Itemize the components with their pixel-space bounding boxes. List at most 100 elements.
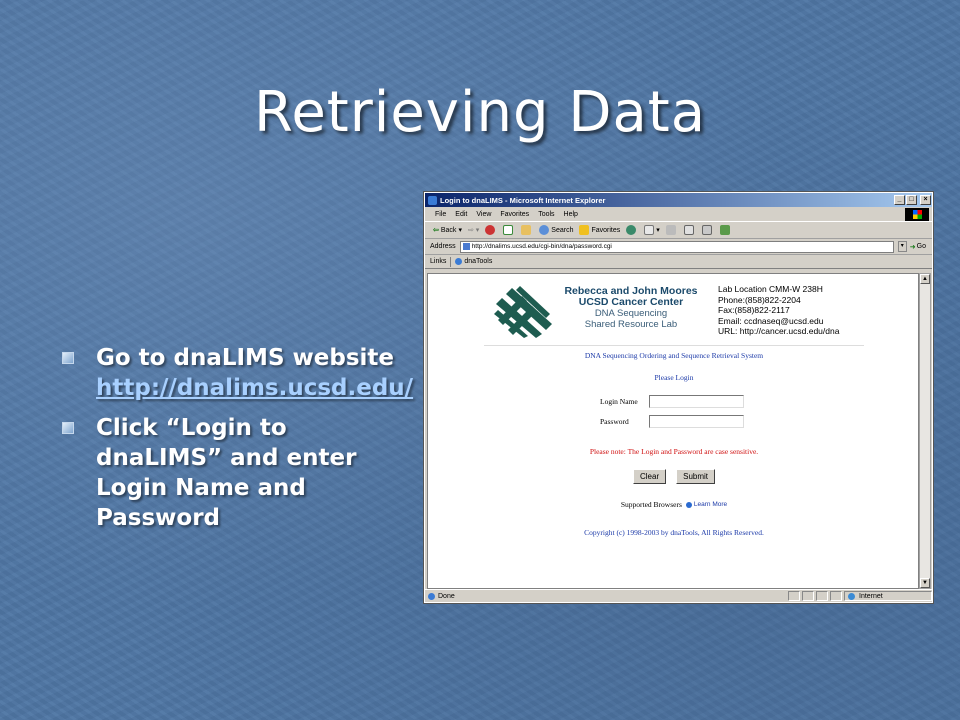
cancer-center-logo [494,286,552,338]
links-label: Links [430,258,447,265]
learn-more-link[interactable]: Learn More [685,501,728,508]
clear-button[interactable]: Clear [632,469,667,484]
toolbar: ⇦ Back ▾ ⇨ ▾ Search Favorites ▾ [425,222,932,239]
org-name-line: UCSD Cancer Center [578,296,684,308]
address-input[interactable]: http://dnalims.ucsd.edu/cgi-bin/dna/pass… [459,240,894,253]
menu-edit[interactable]: Edit [455,211,467,218]
link-dnatools-label: dnaTools [464,258,493,265]
bullet-list: Go to dnaLIMS website http://dnalims.ucs… [60,343,420,543]
windows-logo-icon [905,207,929,221]
supported-browsers: Supported Browsers Learn More [428,500,918,509]
links-bar: Links dnaTools [425,255,932,269]
window-title: Login to dnaLIMS - Microsoft Internet Ex… [440,195,606,205]
ie-icon [428,195,437,205]
menu-view[interactable]: View [476,211,491,218]
mail-button[interactable]: ▾ [644,225,660,235]
discuss-button[interactable] [701,225,714,235]
history-icon [626,225,637,235]
mail-icon [644,225,655,235]
org-name: Rebecca and John Moores UCSD Cancer Cent… [556,286,706,331]
refresh-icon [503,225,514,235]
login-name-row: Login Name [600,395,744,408]
forward-button[interactable]: ⇨ ▾ [468,226,479,234]
refresh-button[interactable] [503,225,515,235]
org-sub-line: DNA Sequencing [594,308,668,319]
vertical-scrollbar[interactable]: ▲ ▼ [919,273,931,589]
status-bar: Done Internet [425,589,932,602]
stop-button[interactable] [485,225,497,235]
back-label: Back [440,226,457,234]
edit-icon [683,225,694,235]
learn-more-label: Learn More [693,501,728,508]
copyright: Copyright (c) 1998-2003 by dnaTools, All… [584,528,764,537]
password-row: Password [600,415,744,428]
status-cell [788,591,800,601]
link-dnatools[interactable]: dnaTools [455,258,492,265]
zone-label: Internet [859,592,883,600]
messenger-button[interactable] [719,225,732,235]
case-sensitive-note: Please note: The Login and Password are … [589,447,759,456]
status-cell [816,591,828,601]
bullet-text: Click “Login to dnaLIMS” and enter Login… [96,415,357,531]
bullet-square-icon [62,352,74,364]
go-button[interactable]: ➜ Go [910,243,926,251]
ie-page-icon [428,592,435,600]
go-arrow-icon: ➜ [909,243,916,251]
login-name-input[interactable] [649,395,744,408]
menu-favorites[interactable]: Favorites [500,211,529,218]
form-buttons: Clear Submit [428,469,918,484]
lab-phone: Phone:(858)822-2204 [718,294,801,305]
print-icon [665,225,676,235]
password-input[interactable] [649,415,744,428]
globe-icon [848,592,855,600]
status-cell [830,591,842,601]
submit-button[interactable]: Submit [676,469,716,484]
discuss-icon [701,225,712,235]
please-login-heading: Please Login [654,373,694,382]
address-bar: Address http://dnalims.ucsd.edu/cgi-bin/… [425,239,932,255]
back-button[interactable]: ⇦ Back ▾ [433,226,462,235]
window-titlebar[interactable]: Login to dnaLIMS - Microsoft Internet Ex… [425,193,932,207]
search-icon [539,225,550,235]
lab-location: Lab Location CMM-W 238H [718,284,823,294]
status-text: Done [438,592,455,600]
page-icon [462,243,470,250]
dnalims-link[interactable]: http://dnalims.ucsd.edu/ [96,375,413,401]
bullet-text: Go to dnaLIMS website [96,345,395,371]
browser-window: Login to dnaLIMS - Microsoft Internet Ex… [423,191,934,604]
password-label: Password [600,417,629,426]
address-label: Address [430,243,456,250]
forward-arrow-icon: ⇨ ▾ [467,227,480,234]
back-arrow-icon: ⇦ [433,227,439,234]
security-zone: Internet [844,591,932,601]
bullet-square-icon [62,422,74,434]
menu-file[interactable]: File [435,211,446,218]
menu-tools[interactable]: Tools [538,211,554,218]
divider [450,256,452,267]
scroll-up-icon[interactable]: ▲ [920,274,930,284]
maximize-icon[interactable]: □ [906,195,917,205]
close-icon[interactable]: × [920,195,931,205]
search-button[interactable]: Search [539,225,573,235]
menu-help[interactable]: Help [564,211,578,218]
lab-info: Lab Location CMM-W 238H Phone:(858)822-2… [718,284,839,337]
favorites-button[interactable]: Favorites [579,225,620,235]
address-dropdown-icon[interactable]: ▾ [897,241,907,252]
go-label: Go [916,243,926,250]
edit-button[interactable] [683,225,696,235]
scroll-down-icon[interactable]: ▼ [920,578,930,588]
minimize-icon[interactable]: _ [894,195,905,205]
ie-page-icon [455,258,463,265]
history-button[interactable] [626,225,638,235]
org-sub-line: Shared Resource Lab [584,319,678,330]
bullet-item: Click “Login to dnaLIMS” and enter Login… [60,413,420,533]
home-icon [521,225,532,235]
lab-email: Email: ccdnaseq@ucsd.edu [718,315,824,326]
search-label: Search [551,226,574,234]
page-content: Rebecca and John Moores UCSD Cancer Cent… [427,273,919,589]
print-button[interactable] [665,225,678,235]
chevron-down-icon: ▾ [656,227,660,234]
home-button[interactable] [521,225,533,235]
login-name-label: Login Name [600,397,638,406]
favorites-label: Favorites [591,226,621,234]
